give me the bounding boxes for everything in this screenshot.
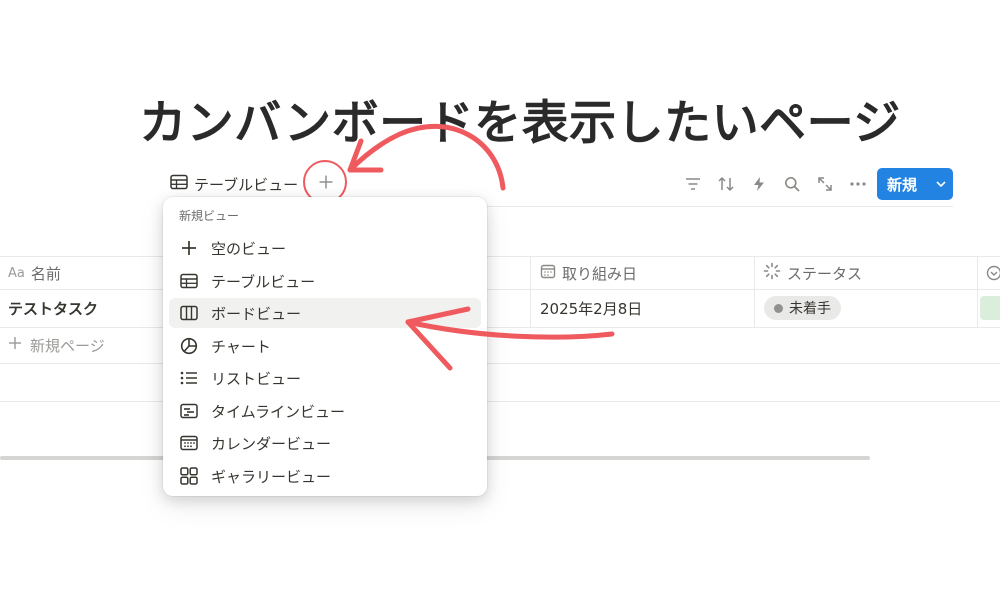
menu-item-chart[interactable]: チャート [169,331,481,361]
column-header-date[interactable]: 取り組み日 [540,257,637,289]
calendar-icon [179,433,199,453]
menu-item-list-view[interactable]: リストビュー [169,363,481,393]
status-dot-icon [774,303,783,313]
filter-icon[interactable] [676,168,709,200]
table-icon [170,174,188,194]
column-label: ステータス [787,264,863,283]
more-icon[interactable] [841,168,874,200]
new-page-button[interactable]: 新規ページ [8,328,105,362]
timeline-icon [179,401,199,421]
column-label: 取り組み日 [562,264,638,283]
menu-item-board-view[interactable]: ボードビュー [169,298,481,328]
new-view-menu: 新規ビュー 空のビュー テーブルビュー ボードビュー チャート リストビュー タ [163,197,487,496]
column-header-name[interactable]: Aa 名前 [8,257,61,289]
new-button-label: 新規 [887,175,918,194]
table-row[interactable]: テストタスク 2025年2月8日 未着手 [0,290,1000,328]
column-label: 名前 [30,264,61,283]
new-page-row[interactable]: 新規ページ [0,328,1000,364]
menu-item-label: タイムラインビュー [211,402,345,421]
cell-date[interactable]: 2025年2月8日 [540,290,642,326]
status-label: 未着手 [789,301,831,317]
menu-item-empty-view[interactable]: 空のビュー [169,233,481,263]
calculation-row [0,364,1000,402]
toolbar [676,168,874,200]
menu-item-label: チャート [211,337,271,356]
status-badge: 未着手 [764,296,841,320]
new-page-label: 新規ページ [30,336,105,355]
chevron-down-icon[interactable] [929,168,953,200]
plus-icon [8,336,22,354]
plus-icon [179,238,199,258]
page-title: カンバンボードを表示したいページ [139,96,901,151]
chart-icon [179,336,199,356]
menu-header: 新規ビュー [179,209,240,223]
sort-icon[interactable] [709,168,742,200]
automation-icon[interactable] [742,168,775,200]
menu-item-label: ギャラリービュー [211,467,332,486]
text-type-icon: Aa [8,265,25,281]
menu-item-label: 空のビュー [211,239,287,258]
menu-item-calendar-view[interactable]: カレンダービュー [169,428,481,458]
menu-item-table-view[interactable]: テーブルビュー [169,266,481,296]
menu-item-gallery-view[interactable]: ギャラリービュー [169,461,481,491]
table-header: Aa 名前 取り組み日 ステータス [0,256,1000,290]
gallery-icon [179,466,199,486]
select-chip [980,296,1000,320]
tab-table-view[interactable]: テーブルビュー [170,172,298,196]
add-view-button[interactable] [313,171,339,197]
list-icon [179,368,199,388]
menu-item-label: リストビュー [211,369,302,388]
menu-item-label: ボードビュー [211,304,302,323]
tab-label: テーブルビュー [194,175,299,194]
cell-status[interactable]: 未着手 [764,290,841,326]
cell-name[interactable]: テストタスク [8,290,98,326]
menu-item-label: カレンダービュー [211,434,332,453]
menu-item-timeline-view[interactable]: タイムラインビュー [169,396,481,426]
chevron-circle-icon [986,257,1000,289]
table-icon [179,271,199,291]
search-icon[interactable] [775,168,808,200]
calendar-icon [540,263,556,283]
expand-icon[interactable] [808,168,841,200]
status-icon [763,262,781,284]
menu-item-label: テーブルビュー [211,272,316,291]
board-icon [179,303,199,323]
new-button[interactable]: 新規 [877,168,953,200]
plus-icon [318,174,334,194]
column-header-status[interactable]: ステータス [763,257,862,289]
